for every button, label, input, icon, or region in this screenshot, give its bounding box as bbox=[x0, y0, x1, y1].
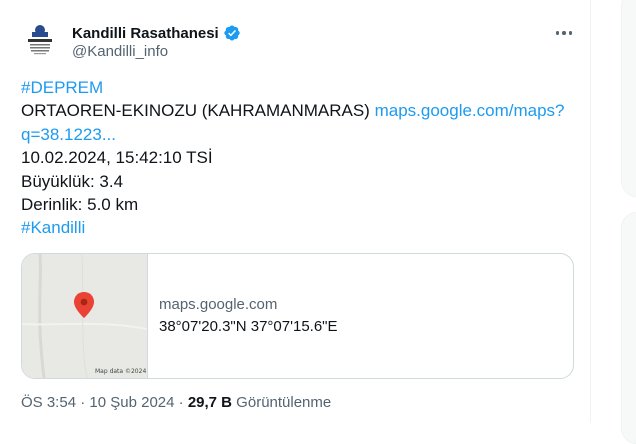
hashtag-kandilli[interactable]: #Kandilli bbox=[21, 218, 85, 237]
maps-link-continued[interactable]: q=38.1223... bbox=[21, 125, 116, 144]
magnitude-text: Büyüklük: 3.4 bbox=[21, 171, 124, 191]
sidebar-panel bbox=[621, 212, 636, 444]
more-dot-icon bbox=[568, 31, 573, 35]
display-name[interactable]: Kandilli Rasathanesi bbox=[72, 25, 219, 42]
location-text: ORTAOREN-EKINOZU (KAHRAMANMARAS) bbox=[21, 101, 370, 121]
tweet-date[interactable]: 10 Şub 2024 bbox=[89, 394, 174, 411]
view-label: Görüntülenme bbox=[232, 394, 332, 411]
tweet-meta: ÖS 3:54 · 10 Şub 2024 · 29,7 B Görüntüle… bbox=[21, 394, 331, 411]
more-dot-icon bbox=[562, 31, 566, 35]
verified-badge-icon bbox=[224, 25, 240, 41]
maps-link[interactable]: maps.google.com/maps? bbox=[375, 101, 565, 120]
more-options-button[interactable] bbox=[552, 24, 576, 42]
map-thumbnail: Map data ©2024 bbox=[22, 254, 148, 378]
depth-text: Derinlik: 5.0 km bbox=[21, 195, 139, 215]
right-sidebar bbox=[591, 0, 636, 444]
avatar[interactable] bbox=[20, 22, 60, 62]
card-title[interactable]: 38°07'20.3"N 37°07'15.6"E bbox=[159, 318, 338, 335]
map-credit: Map data ©2024 bbox=[95, 368, 147, 375]
tweet-container: Kandilli Rasathanesi @Kandilli_info #DEP… bbox=[0, 0, 591, 423]
user-name-row[interactable]: Kandilli Rasathanesi bbox=[72, 23, 241, 43]
tweet-text: #DEPREM ORTAOREN-EKINOZU (KAHRAMANMARAS)… bbox=[21, 76, 565, 240]
meta-separator: · bbox=[76, 394, 90, 411]
datetime-text: 10.02.2024, 15:42:10 TSİ bbox=[21, 148, 213, 168]
map-image bbox=[22, 254, 147, 378]
sidebar-panel bbox=[621, 0, 636, 197]
meta-separator: · bbox=[174, 394, 188, 411]
user-handle[interactable]: @Kandilli_info bbox=[72, 43, 168, 60]
link-preview-card[interactable]: Map data ©2024 maps.google.com 38°07'20.… bbox=[21, 253, 574, 379]
view-count: 29,7 B bbox=[187, 394, 233, 411]
card-domain[interactable]: maps.google.com bbox=[159, 296, 277, 313]
more-dot-icon bbox=[555, 31, 560, 35]
hashtag-deprem[interactable]: #DEPREM bbox=[21, 78, 103, 97]
tweet-time[interactable]: ÖS 3:54 bbox=[21, 394, 76, 411]
kandilli-observatory-logo-icon bbox=[20, 22, 60, 62]
